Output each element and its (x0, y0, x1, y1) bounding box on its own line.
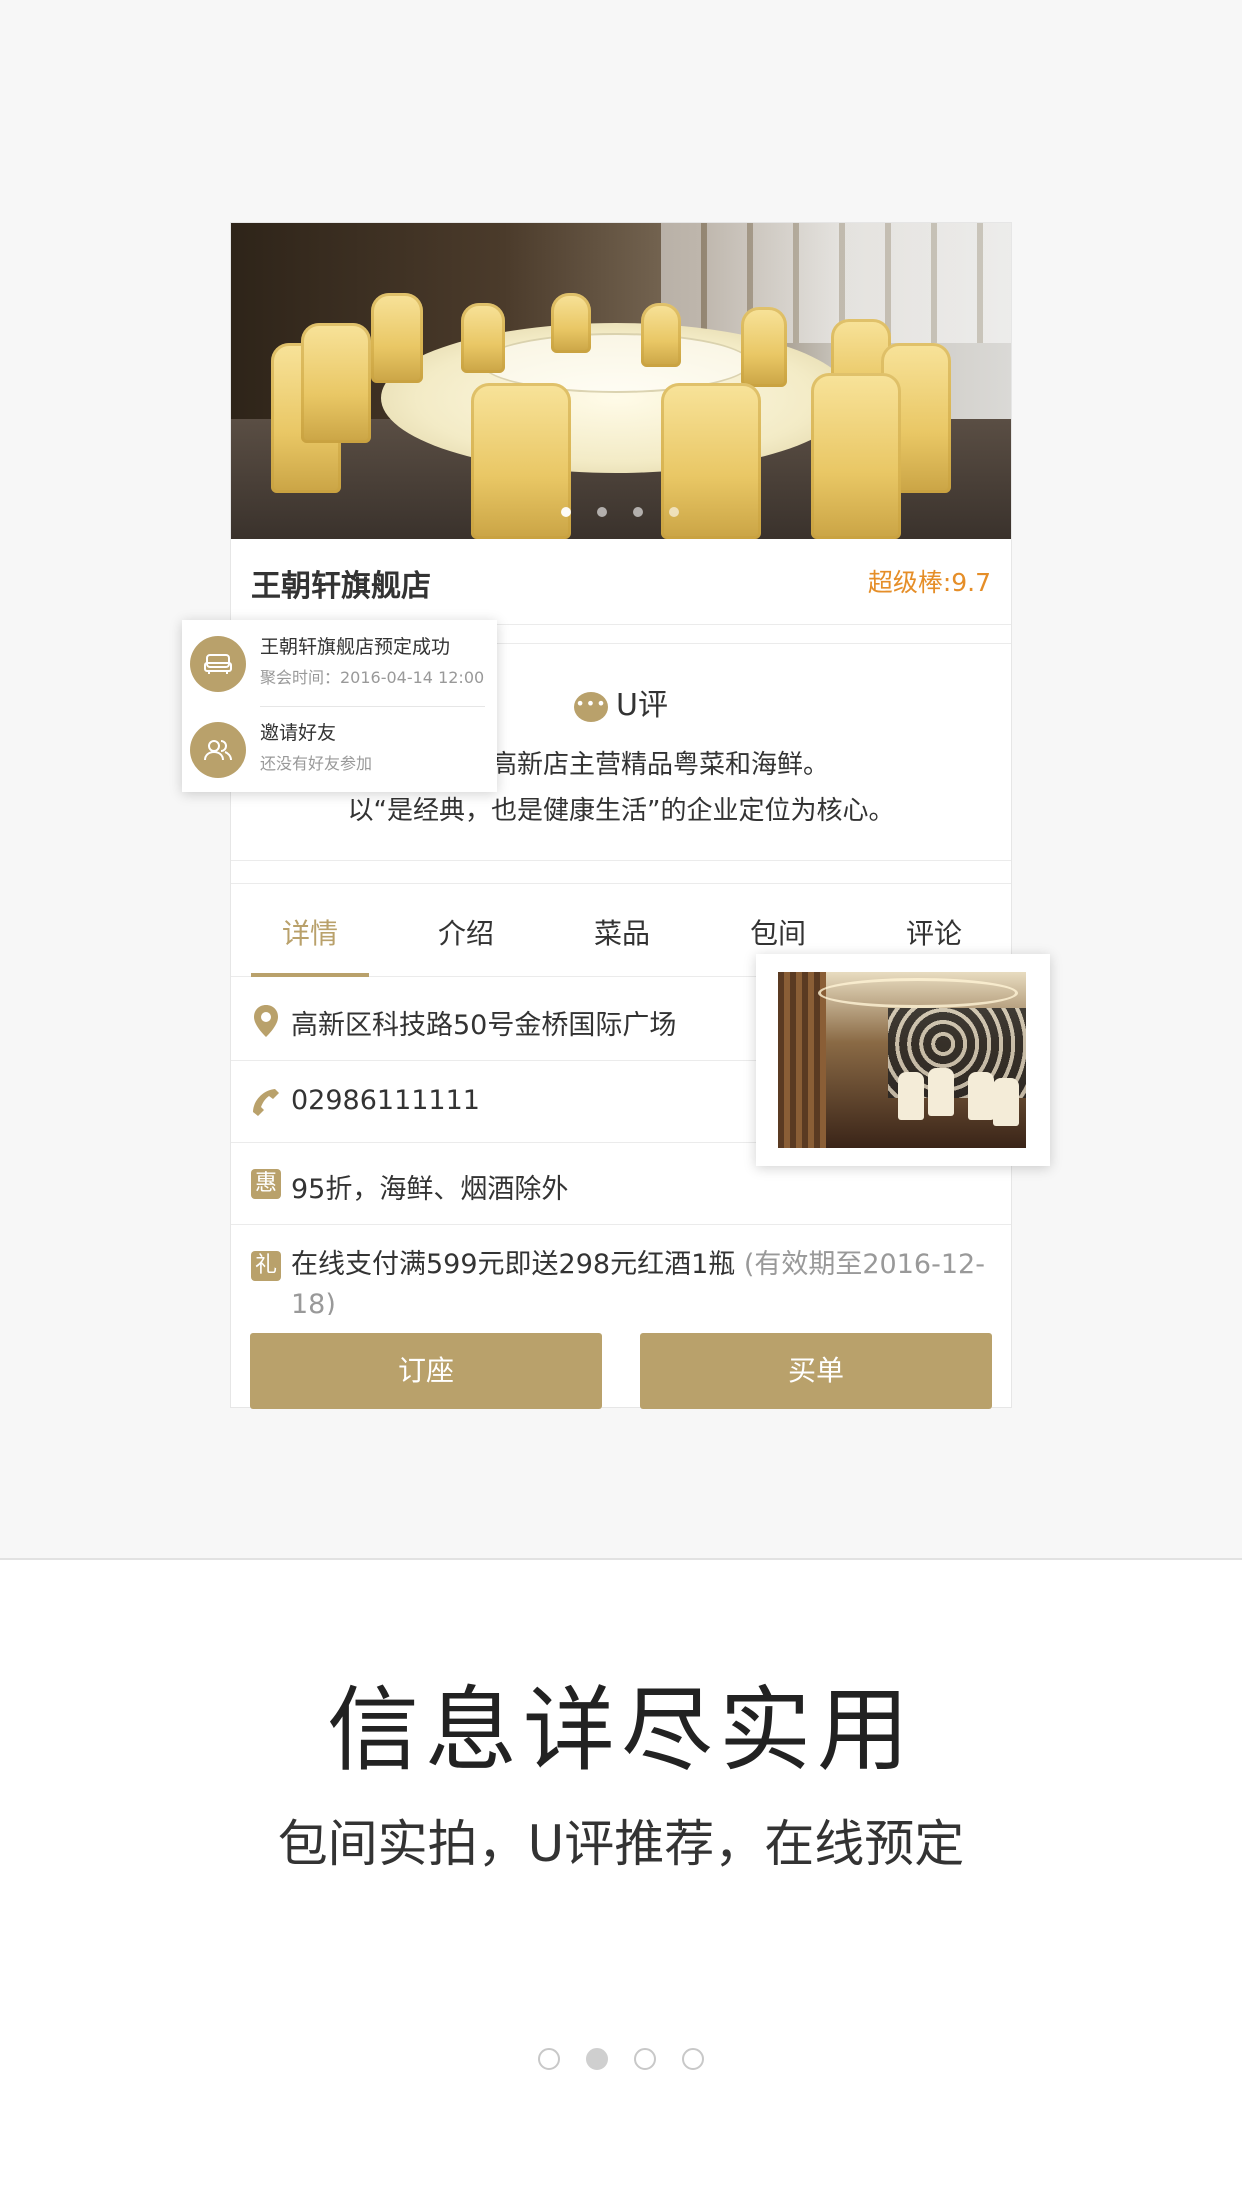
invite-friends-title: 邀请好友 (260, 722, 337, 744)
gift-badge: 礼 (251, 1251, 281, 1281)
location-pin-icon (251, 1005, 281, 1037)
private-room-photo[interactable] (756, 954, 1050, 1166)
pay-button[interactable]: 买单 (640, 1333, 992, 1409)
sofa-icon (190, 636, 246, 692)
carousel-dot (669, 507, 679, 517)
pager-dot[interactable] (538, 2048, 560, 2070)
pager-dot[interactable] (634, 2048, 656, 2070)
feature-subline: 包间实拍，U评推荐，在线预定 (277, 1815, 965, 1873)
pager-dot[interactable] (682, 2048, 704, 2070)
restaurant-photo-carousel[interactable] (231, 223, 1011, 539)
shop-score: 超级棒:9.7 (867, 568, 991, 597)
shop-header: 王朝轩旗舰店 超级棒:9.7 (231, 539, 1011, 625)
feature-headline: 信息详尽实用 (326, 1677, 915, 1784)
chat-bubble-icon: ••• (574, 691, 609, 722)
booking-success-row[interactable]: 王朝轩旗舰店预定成功 聚会时间：2016-04-14 12:00 (182, 620, 497, 706)
booking-time: 聚会时间：2016-04-14 12:00 (260, 668, 485, 687)
u-review-line: 以“是经典，也是健康生活”的企业定位为核心。 (347, 796, 895, 826)
discount-badge: 惠 (251, 1169, 281, 1199)
tab-comments[interactable]: 评论 (875, 912, 993, 952)
people-icon (190, 722, 246, 778)
carousel-dot (597, 507, 607, 517)
carousel-indicator (561, 507, 679, 517)
pager-dot-active[interactable] (586, 2048, 608, 2070)
gift-row: 礼 在线支付满599元即送298元红酒1瓶 (有效期至2016-12-18) (231, 1225, 1011, 1315)
carousel-dot (633, 507, 643, 517)
invite-friends-status: 还没有好友参加 (260, 754, 373, 773)
booking-notification-popup: 王朝轩旗舰店预定成功 聚会时间：2016-04-14 12:00 邀请好友 还没… (182, 620, 497, 792)
onboarding-pager (538, 2048, 704, 2070)
tab-details[interactable]: 详情 (251, 912, 369, 952)
booking-success-title: 王朝轩旗舰店预定成功 (260, 636, 451, 658)
restaurant-card: 王朝轩旗舰店 超级棒:9.7 ••• U评 王朝轩高新店主营精品粤菜和海鲜。 以“… (230, 222, 1012, 1409)
active-tab-indicator (251, 973, 369, 977)
gift-text: 在线支付满599元即送298元红酒1瓶 (291, 1249, 736, 1280)
invite-friends-row[interactable]: 邀请好友 还没有好友参加 (182, 706, 497, 792)
preview-background: 王朝轩旗舰店 超级棒:9.7 ••• U评 王朝轩高新店主营精品粤菜和海鲜。 以“… (0, 0, 1242, 1560)
discount-text: 95折，海鲜、烟酒除外 (291, 1174, 569, 1205)
carousel-dot (561, 507, 571, 517)
tab-intro[interactable]: 介绍 (407, 912, 525, 952)
phone-icon (251, 1087, 281, 1117)
shop-name: 王朝轩旗舰店 (251, 569, 431, 604)
tab-dishes[interactable]: 菜品 (563, 912, 681, 952)
tab-rooms[interactable]: 包间 (719, 912, 837, 952)
address-text: 高新区科技路50号金桥国际广场 (291, 1010, 677, 1041)
reserve-button[interactable]: 订座 (250, 1333, 602, 1409)
phone-text: 02986111111 (291, 1085, 480, 1116)
